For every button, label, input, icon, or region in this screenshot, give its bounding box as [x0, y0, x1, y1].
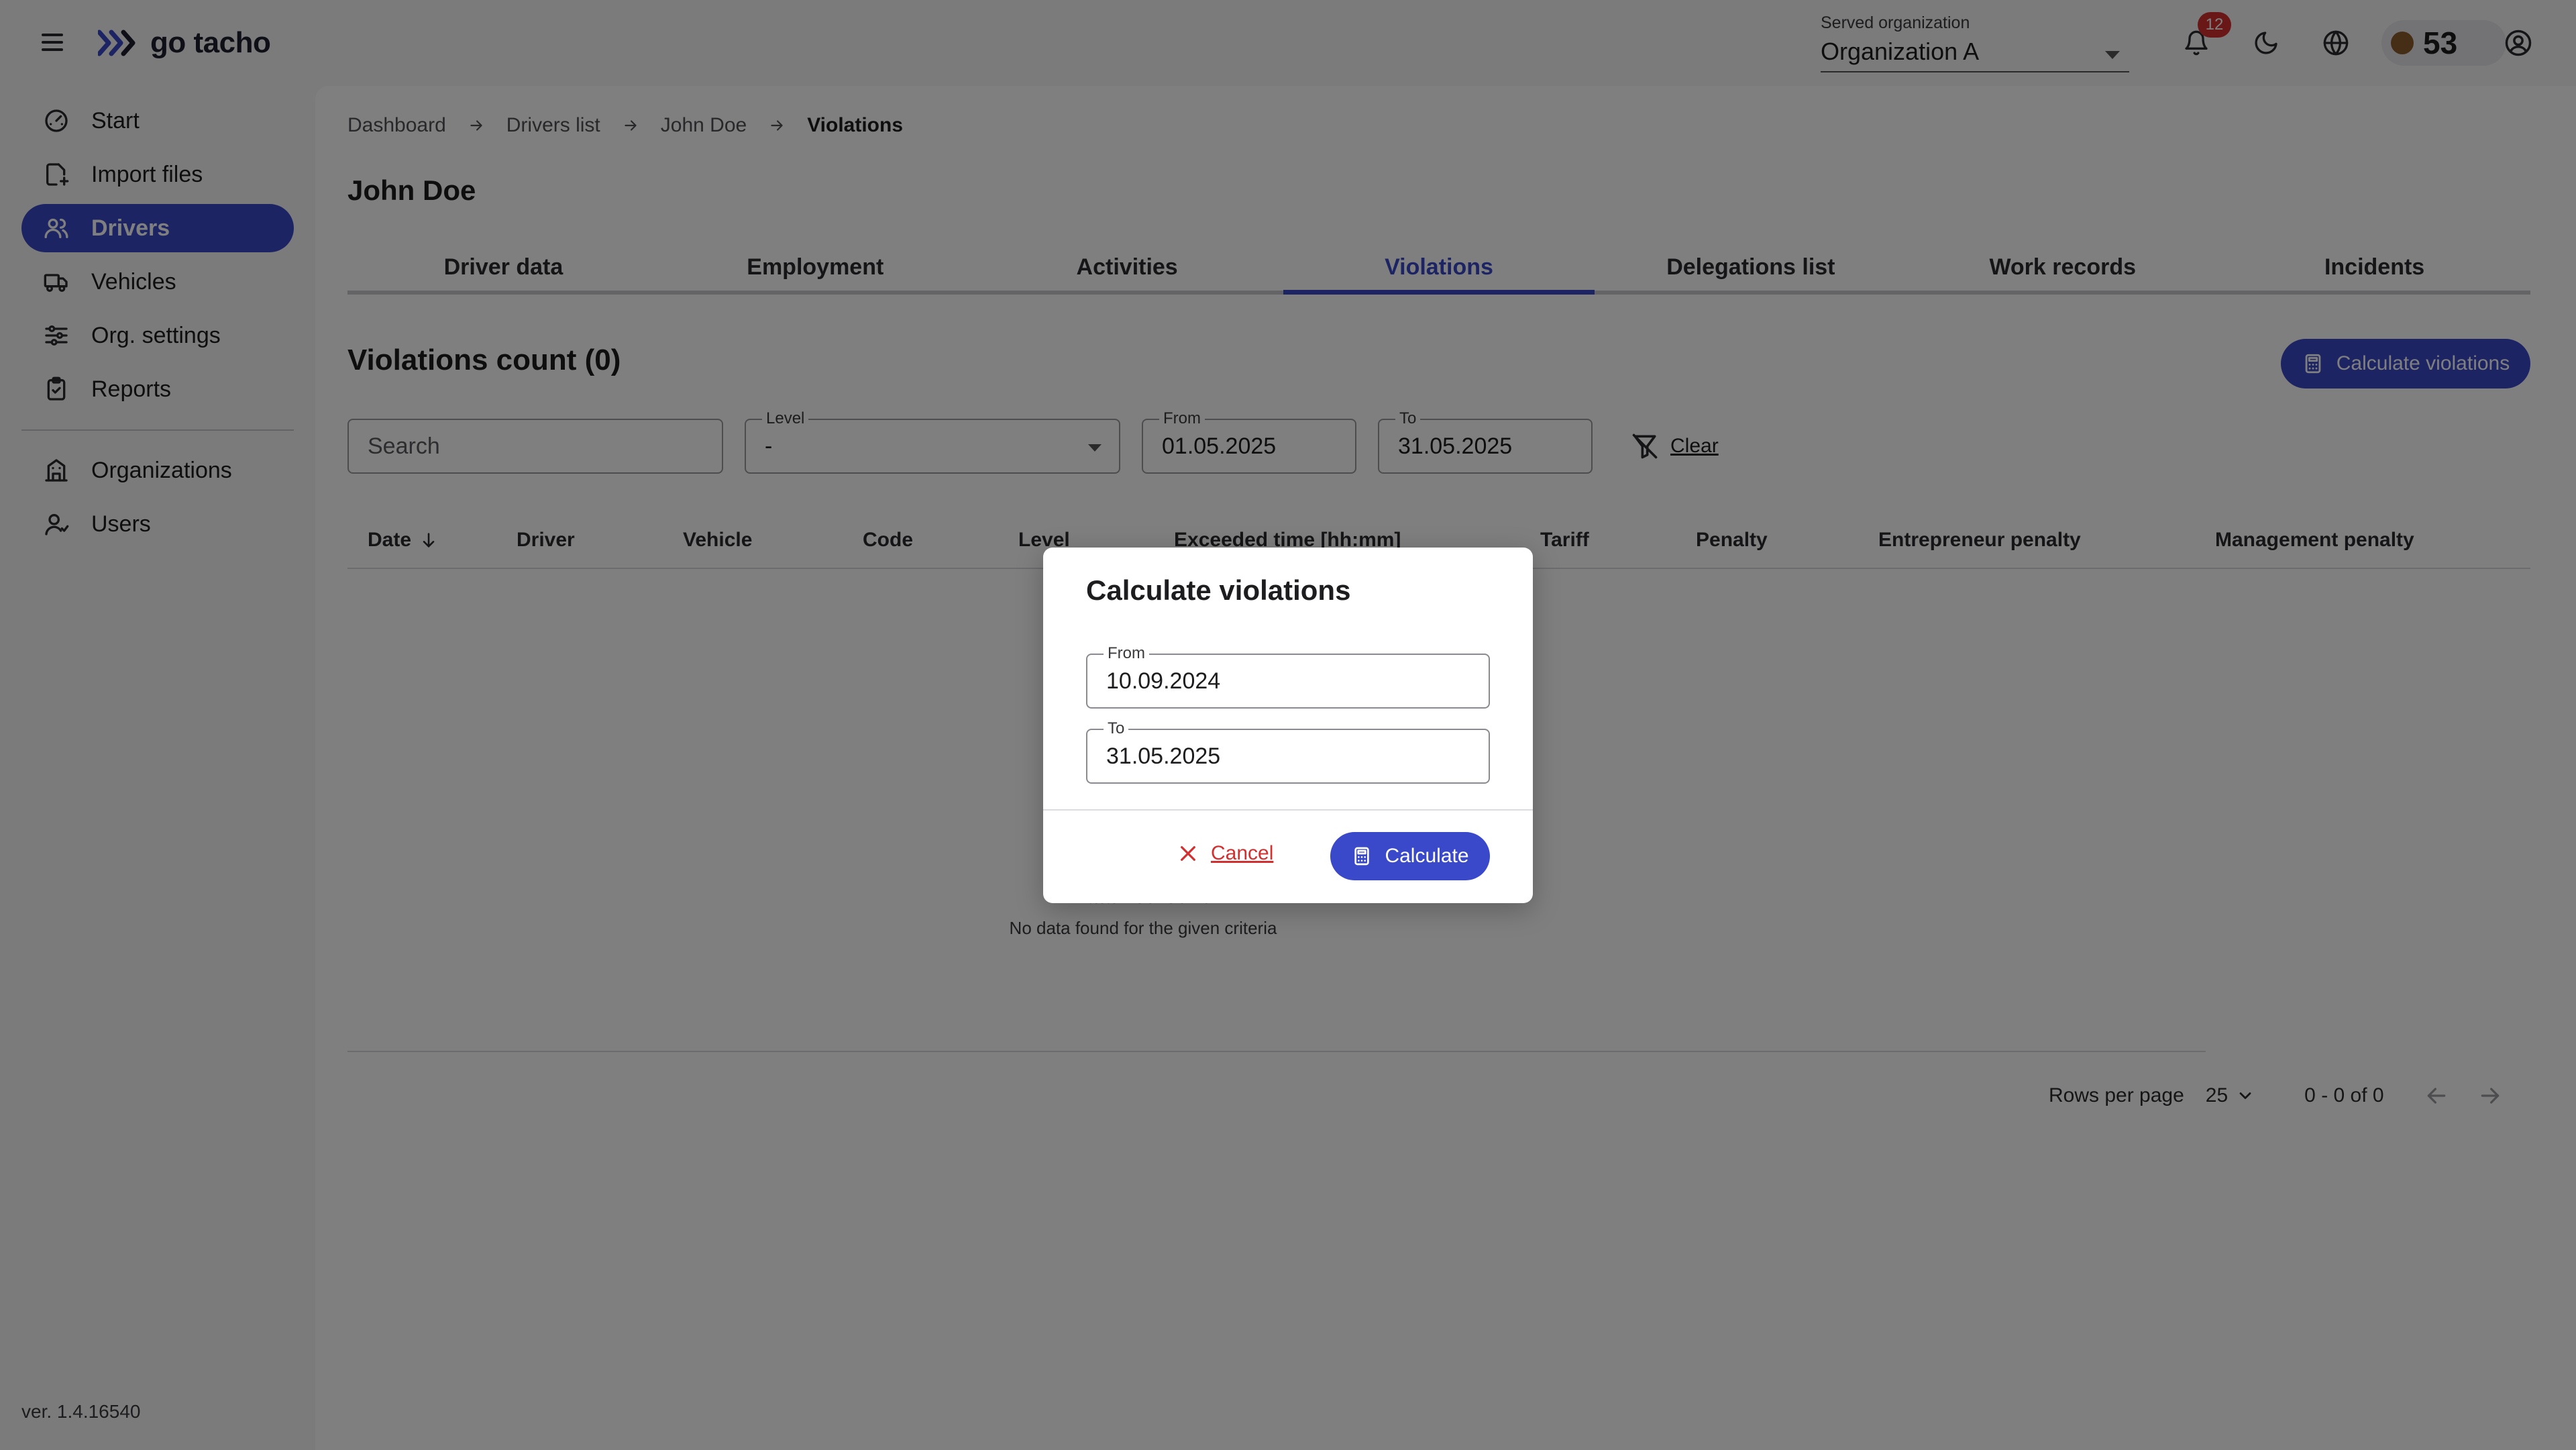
calculate-label: Calculate — [1385, 845, 1469, 867]
dialog-to-date-field[interactable]: To 31.05.2025 — [1086, 719, 1490, 784]
calculate-violations-dialog: Calculate violations From 10.09.2024 To … — [1043, 548, 1533, 903]
cancel-button[interactable]: Cancel — [1177, 829, 1273, 878]
dialog-to-label: To — [1104, 719, 1129, 738]
dialog-from-date-field[interactable]: From 10.09.2024 — [1086, 644, 1490, 709]
calculate-button[interactable]: Calculate — [1330, 832, 1490, 880]
dialog-title: Calculate violations — [1086, 574, 1351, 606]
dialog-divider — [1043, 809, 1533, 811]
cancel-label: Cancel — [1211, 842, 1274, 864]
calculator-icon — [1354, 847, 1370, 866]
dialog-from-label: From — [1104, 644, 1149, 663]
close-icon — [1181, 846, 1195, 861]
dialog-from-value: 10.09.2024 — [1106, 668, 1221, 694]
dialog-to-value: 31.05.2025 — [1106, 743, 1221, 769]
